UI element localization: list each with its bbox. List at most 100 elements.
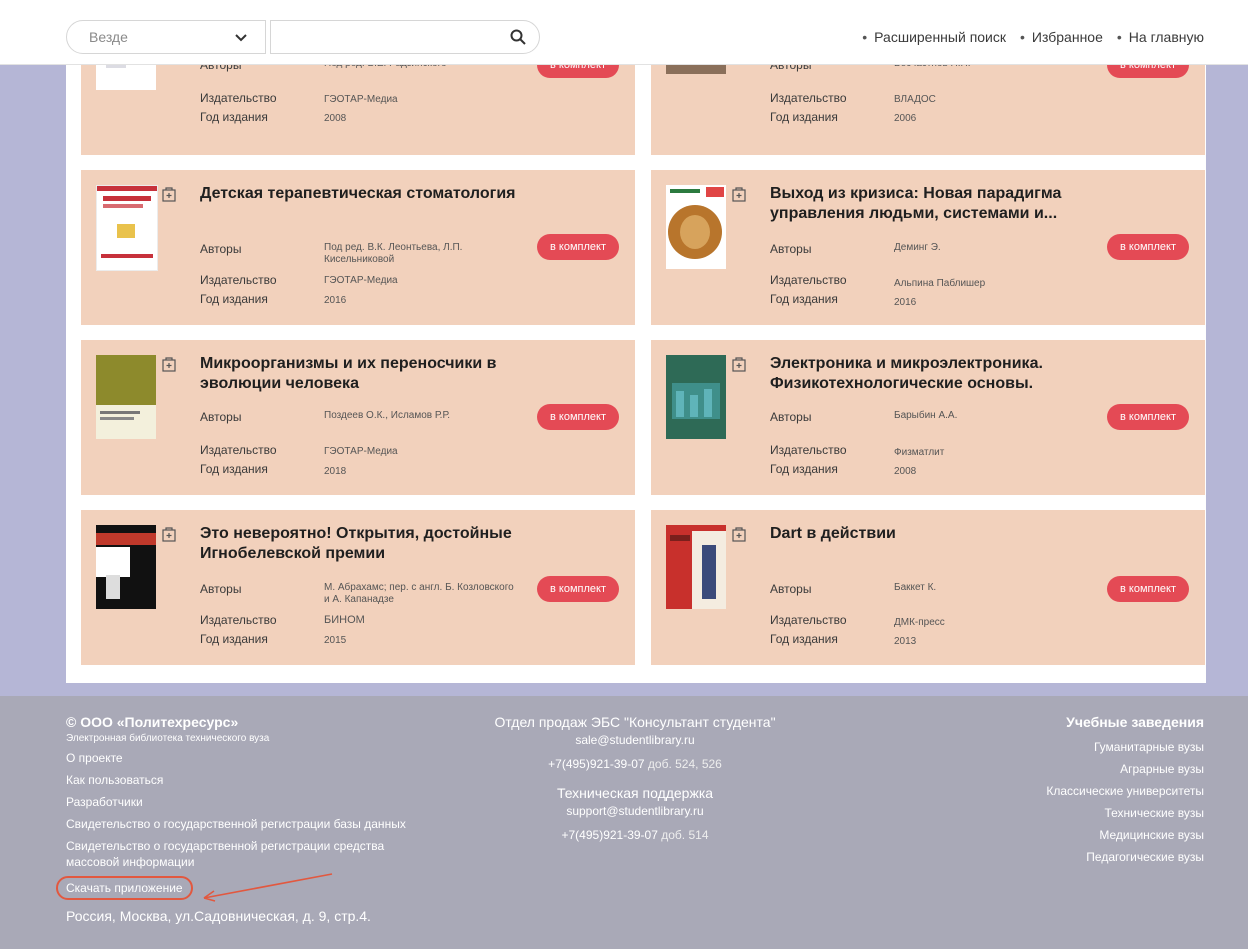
book-cover[interactable] (96, 525, 156, 609)
year-label: Год издания (770, 110, 838, 124)
book-title[interactable]: Это невероятно! Открытия, достойные Игно… (200, 524, 520, 564)
institutions-heading: Учебные заведения (1066, 714, 1204, 730)
book-card[interactable]: Dart в действии Авторы Баккет К. Издател… (651, 510, 1205, 665)
favorites-link[interactable]: Избранное (1020, 29, 1103, 45)
book-title[interactable]: Детская терапевтическая стоматология (200, 184, 520, 204)
book-title[interactable]: Dart в действии (770, 524, 1090, 544)
classical-universities-link[interactable]: Классические университеты (984, 780, 1204, 802)
support-ext: доб. 514 (661, 828, 709, 842)
book-year: 2016 (324, 295, 347, 306)
book-card[interactable]: Микроорганизмы и их переносчики в эволюц… (81, 340, 635, 495)
pedagogical-universities-link[interactable]: Педагогические вузы (984, 846, 1204, 868)
search-field (270, 20, 540, 54)
book-year: 2018 (324, 466, 347, 477)
bookshelf-add-icon[interactable] (162, 186, 176, 202)
authors-label: Авторы (200, 582, 242, 596)
book-year: 2015 (324, 635, 347, 646)
book-authors: Поздеев О.К., Исламов Р.Р. (324, 410, 450, 421)
support-heading: Техническая поддержка (556, 785, 714, 801)
year-label: Год издания (770, 292, 838, 306)
year-label: Год издания (200, 110, 268, 124)
book-cover[interactable] (666, 525, 726, 609)
book-authors: Барыбин А.А. (894, 410, 958, 421)
top-search-bar: Везде Расширенный поиск Избранное На гла… (0, 0, 1248, 65)
home-link[interactable]: На главную (1117, 29, 1204, 45)
bookshelf-add-icon[interactable] (162, 356, 176, 372)
book-publisher: ГЭОТАР-Медиа (324, 94, 398, 105)
database-certificate-link[interactable]: Свидетельство о государственной регистра… (66, 816, 426, 832)
company-subtitle: Электронная библиотека технического вуза (66, 733, 270, 744)
book-card[interactable]: Детская терапевтическая стоматология Авт… (81, 170, 635, 325)
medical-universities-link[interactable]: Медицинские вузы (984, 824, 1204, 846)
book-publisher: БИНОМ (324, 614, 365, 626)
book-card[interactable]: Это невероятно! Открытия, достойные Игно… (81, 510, 635, 665)
authors-label: Авторы (770, 410, 812, 424)
publisher-label: Издательство (770, 613, 847, 627)
year-label: Год издания (200, 292, 268, 306)
book-year: 2006 (894, 113, 917, 124)
publisher-label: Издательство (200, 91, 277, 105)
support-phone[interactable]: +7(495)921-39-07 (562, 828, 658, 842)
add-to-kit-button[interactable]: в комплект (537, 234, 619, 260)
book-publisher: ВЛАДОС (894, 94, 936, 105)
authors-label: Авторы (200, 410, 242, 424)
about-link[interactable]: О проекте (66, 750, 426, 766)
year-label: Год издания (200, 632, 268, 646)
book-year: 2016 (894, 297, 917, 308)
add-to-kit-button[interactable]: в комплект (1107, 576, 1189, 602)
book-authors: Баккет К. (894, 582, 937, 593)
bookshelf-add-icon[interactable] (732, 356, 746, 372)
book-year: 2013 (894, 636, 917, 647)
add-to-kit-button[interactable]: в комплект (537, 576, 619, 602)
sales-email[interactable]: sale@studentlibrary.ru (470, 733, 800, 747)
support-email[interactable]: support@studentlibrary.ru (470, 804, 800, 818)
agrarian-universities-link[interactable]: Аграрные вузы (984, 758, 1204, 780)
book-publisher: ГЭОТАР-Медиа (324, 446, 398, 457)
authors-label: Авторы (200, 242, 242, 256)
search-input[interactable] (281, 21, 505, 53)
publisher-label: Издательство (770, 91, 847, 105)
add-to-kit-button[interactable]: в комплект (1107, 404, 1189, 430)
book-cover[interactable] (96, 355, 156, 439)
sales-heading: Отдел продаж ЭБС "Консультант студента" (494, 714, 776, 730)
company-address: Россия, Москва, ул.Садовническая, д. 9, … (66, 908, 371, 924)
add-to-kit-button[interactable]: в комплект (537, 404, 619, 430)
how-to-use-link[interactable]: Как пользоваться (66, 772, 426, 788)
year-label: Год издания (770, 632, 838, 646)
humanitarian-universities-link[interactable]: Гуманитарные вузы (984, 736, 1204, 758)
chevron-down-icon (235, 30, 247, 45)
book-cover[interactable] (666, 355, 726, 439)
book-year: 2008 (324, 113, 347, 124)
company-name: © ООО «Политехресурс» (66, 714, 239, 730)
add-to-kit-button[interactable]: в комплект (1107, 234, 1189, 260)
book-card[interactable]: Электроника и микроэлектроника. Физикоте… (651, 340, 1205, 495)
search-scope-select[interactable]: Везде (66, 20, 266, 54)
book-cover[interactable] (96, 185, 158, 271)
authors-label: Авторы (770, 242, 812, 256)
book-publisher: Физматлит (894, 447, 945, 458)
book-title[interactable]: Электроника и микроэлектроника. Физикоте… (770, 354, 1090, 394)
download-app-link[interactable]: Скачать приложение (56, 876, 193, 900)
book-title[interactable]: Выход из кризиса: Новая парадигма управл… (770, 184, 1090, 224)
top-nav-links: Расширенный поиск Избранное На главную (862, 29, 1204, 45)
book-title[interactable]: Микроорганизмы и их переносчики в эволюц… (200, 354, 520, 394)
developers-link[interactable]: Разработчики (66, 794, 426, 810)
technical-universities-link[interactable]: Технические вузы (984, 802, 1204, 824)
book-publisher: ДМК-пресс (894, 617, 945, 628)
sales-phone[interactable]: +7(495)921-39-07 (548, 757, 644, 771)
book-authors: М. Абрахамс; пер. с англ. Б. Козловского… (324, 582, 514, 605)
sales-ext: доб. 524, 526 (647, 757, 722, 771)
media-certificate-link[interactable]: Свидетельство о государственной регистра… (66, 838, 426, 870)
book-publisher: ГЭОТАР-Медиа (324, 275, 398, 286)
search-icon[interactable] (509, 28, 527, 46)
book-card[interactable]: Выход из кризиса: Новая парадигма управл… (651, 170, 1205, 325)
advanced-search-link[interactable]: Расширенный поиск (862, 29, 1006, 45)
publisher-label: Издательство (770, 273, 847, 287)
book-cover[interactable] (666, 185, 726, 269)
bookshelf-add-icon[interactable] (162, 526, 176, 542)
bookshelf-add-icon[interactable] (732, 526, 746, 542)
bookshelf-add-icon[interactable] (732, 186, 746, 202)
support-phone-line: +7(495)921-39-07 доб. 514 (470, 828, 800, 842)
sales-phone-line: +7(495)921-39-07 доб. 524, 526 (470, 757, 800, 771)
book-authors: Под ред. В.К. Леонтьева, Л.П. Кисельнико… (324, 242, 463, 265)
